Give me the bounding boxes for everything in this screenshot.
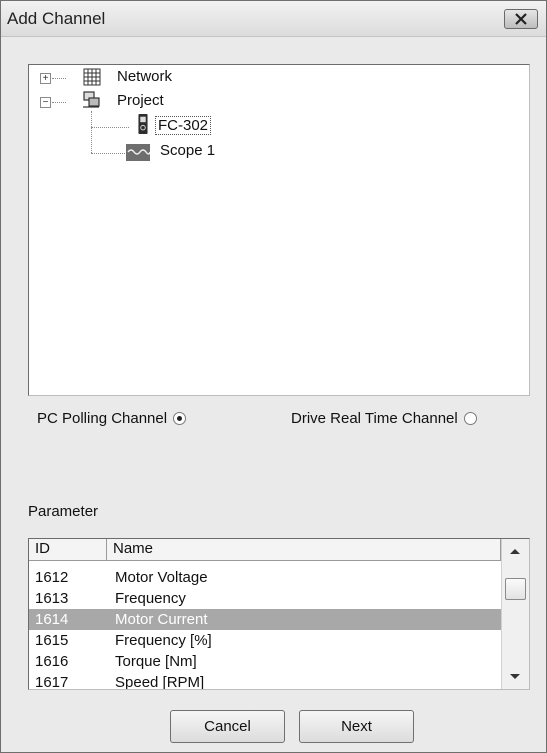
title-bar[interactable]: Add Channel xyxy=(1,1,546,37)
tree-connector xyxy=(91,127,129,128)
list-row[interactable]: 1615 Frequency [%] xyxy=(29,630,501,651)
list-row[interactable]: 1612 Motor Voltage xyxy=(29,567,501,588)
project-tree[interactable]: + Network − Project FC-302 Scope 1 xyxy=(28,64,530,396)
row-id: 1615 xyxy=(35,632,69,649)
tree-node-fc302[interactable]: FC-302 xyxy=(155,116,212,135)
column-header-name[interactable]: Name xyxy=(107,539,501,561)
tree-connector xyxy=(91,153,129,154)
parameter-list[interactable]: ID Name 1612 Motor Voltage 1613 Frequenc… xyxy=(28,538,530,690)
next-button[interactable]: Next xyxy=(299,710,414,743)
pc-polling-label: PC Polling Channel xyxy=(37,410,168,427)
tree-connector xyxy=(52,102,66,103)
row-id: 1612 xyxy=(35,569,69,586)
row-name: Speed [RPM] xyxy=(115,674,205,690)
scroll-up-arrow-icon[interactable] xyxy=(510,549,520,554)
scroll-down-arrow-icon[interactable] xyxy=(510,674,520,679)
tree-node-network[interactable]: Network xyxy=(117,68,172,85)
row-name: Frequency xyxy=(115,590,186,607)
row-name: Torque [Nm] xyxy=(115,653,197,670)
row-id: 1614 xyxy=(35,611,69,628)
drive-realtime-label: Drive Real Time Channel xyxy=(291,410,458,427)
tree-node-scope1[interactable]: Scope 1 xyxy=(160,142,215,159)
drive-realtime-option[interactable]: Drive Real Time Channel xyxy=(291,410,477,427)
tree-connector xyxy=(52,78,66,79)
list-row[interactable]: 1613 Frequency xyxy=(29,588,501,609)
window-title: Add Channel xyxy=(7,9,106,28)
network-grid-icon xyxy=(83,68,101,86)
tree-connector xyxy=(91,111,92,153)
close-icon xyxy=(515,13,527,25)
tree-node-project[interactable]: Project xyxy=(117,92,164,109)
row-id: 1613 xyxy=(35,590,69,607)
row-name: Motor Voltage xyxy=(115,569,208,586)
drive-icon xyxy=(138,114,148,134)
column-header-id[interactable]: ID xyxy=(29,539,107,561)
list-row[interactable]: 1616 Torque [Nm] xyxy=(29,651,501,672)
parameter-label: Parameter xyxy=(28,503,99,520)
cancel-button[interactable]: Cancel xyxy=(170,710,285,743)
add-channel-dialog: Add Channel + Network − Project FC-302 S… xyxy=(0,0,547,753)
close-button[interactable] xyxy=(504,9,538,29)
list-header: ID Name xyxy=(29,539,501,561)
vertical-scrollbar[interactable] xyxy=(501,539,529,689)
pc-polling-option[interactable]: PC Polling Channel xyxy=(37,410,187,427)
project-icon xyxy=(83,91,100,108)
pc-polling-radio[interactable] xyxy=(173,412,187,425)
expand-network-button[interactable]: + xyxy=(40,73,51,84)
row-name: Motor Current xyxy=(115,611,208,628)
row-id: 1617 xyxy=(35,674,69,690)
list-rows: 1612 Motor Voltage 1613 Frequency 1614 M… xyxy=(29,567,501,690)
collapse-project-button[interactable]: − xyxy=(40,97,51,108)
row-id: 1616 xyxy=(35,653,69,670)
drive-realtime-radio[interactable] xyxy=(463,412,477,425)
row-name: Frequency [%] xyxy=(115,632,212,649)
scroll-thumb[interactable] xyxy=(505,578,526,600)
scope-icon xyxy=(126,144,150,161)
list-row-selected[interactable]: 1614 Motor Current xyxy=(29,609,501,630)
list-row[interactable]: 1617 Speed [RPM] xyxy=(29,672,501,690)
